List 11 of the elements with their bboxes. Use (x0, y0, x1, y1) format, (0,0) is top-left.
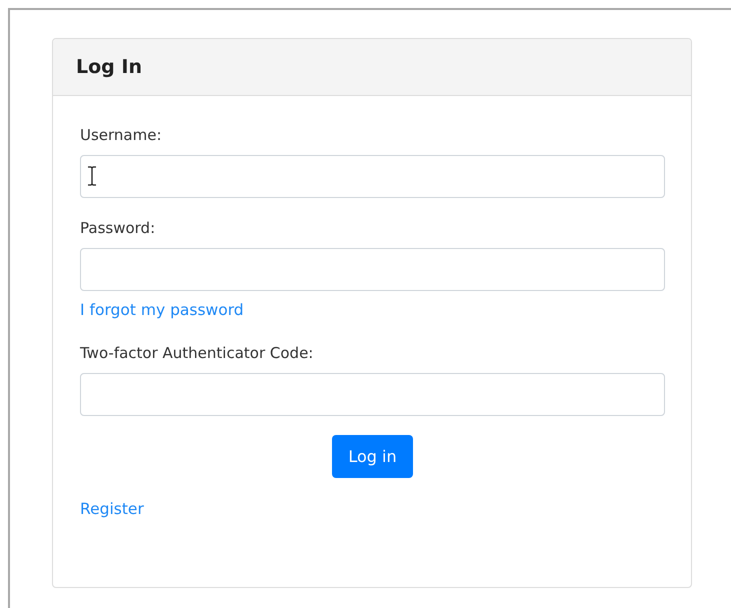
forgot-password-link[interactable]: I forgot my password (80, 301, 244, 319)
login-button[interactable]: Log in (332, 435, 413, 478)
input-field[interactable] (80, 155, 665, 198)
field-label: Two-factor Authenticator Code: (80, 344, 314, 362)
input-field[interactable] (80, 373, 665, 416)
register-link[interactable]: Register (80, 500, 144, 518)
text-cursor-icon (87, 166, 97, 186)
input-field[interactable] (80, 248, 665, 291)
field-label: Password: (80, 219, 156, 237)
card-title: Log In (76, 56, 142, 78)
field-label: Username: (80, 126, 162, 144)
